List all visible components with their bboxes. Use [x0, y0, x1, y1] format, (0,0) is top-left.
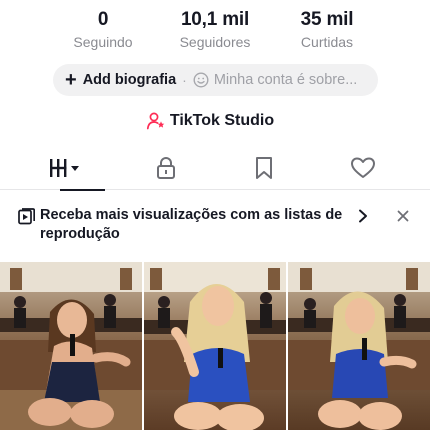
smile-icon: [193, 72, 209, 88]
video-grid: [0, 262, 430, 430]
bio-separator: ·: [182, 72, 187, 88]
profile-stats: 0 Seguindo 10,1 mil Seguidores 35 mil Cu…: [0, 8, 430, 52]
person-star-icon: [146, 112, 165, 130]
plus-icon: +: [65, 69, 77, 91]
close-icon[interactable]: [397, 210, 409, 222]
add-bio-label: Add biografia: [82, 72, 177, 88]
followers-count: 10,1 mil: [180, 9, 250, 30]
tiktok-studio-label: TikTok Studio: [169, 112, 275, 129]
liked-tab[interactable]: [313, 146, 413, 190]
video-thumbnail-image: [144, 262, 286, 430]
private-tab[interactable]: [116, 146, 216, 190]
video-thumbnail[interactable]: [144, 262, 286, 430]
profile-tabs: [0, 146, 430, 191]
grid-bars-icon: [50, 159, 79, 177]
playlist-promo-text: Receba mais visualizações com as listas …: [40, 207, 343, 242]
playlist-icon: [18, 208, 35, 225]
video-thumbnail-image: [0, 262, 142, 430]
playlist-promo-banner[interactable]: Receba mais visualizações com as listas …: [0, 190, 430, 256]
tiktok-studio-link[interactable]: TikTok Studio: [0, 110, 430, 132]
bio-placeholder: Minha conta é sobre...: [213, 72, 358, 88]
bookmark-icon: [256, 157, 272, 179]
video-thumbnail[interactable]: [0, 262, 142, 430]
likes-count: 35 mil: [300, 9, 354, 30]
followers-stat[interactable]: 10,1 mil Seguidores: [160, 8, 270, 51]
followers-label: Seguidores: [179, 34, 251, 50]
likes-stat[interactable]: 35 mil Curtidas: [272, 8, 382, 51]
following-count: 0: [97, 9, 109, 30]
heart-icon: [351, 157, 375, 178]
lock-icon: [157, 157, 175, 179]
video-thumbnail[interactable]: [288, 262, 430, 430]
following-stat[interactable]: 0 Seguindo: [48, 8, 158, 51]
chevron-right-icon[interactable]: [357, 209, 369, 223]
add-bio-button[interactable]: + Add biografia · Minha conta é sobre...: [53, 64, 378, 96]
likes-label: Curtidas: [300, 34, 354, 50]
videos-grid-tab[interactable]: [16, 146, 116, 191]
video-thumbnail-image: [288, 262, 430, 430]
following-label: Seguindo: [73, 34, 133, 50]
saved-tab[interactable]: [214, 146, 314, 190]
